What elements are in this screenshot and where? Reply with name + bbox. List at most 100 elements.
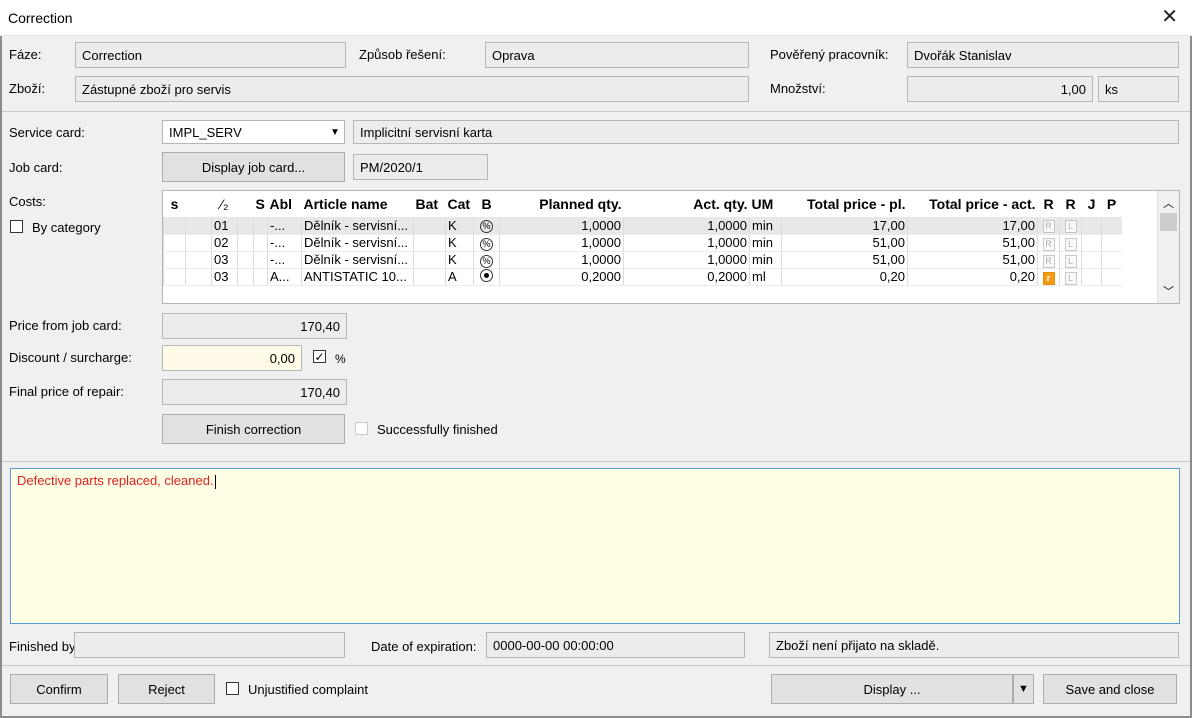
row-act-qty: 1,0000 [623,251,750,269]
radio-dot-icon [480,268,493,282]
col-b[interactable]: B [473,191,500,217]
r-flag-icon[interactable]: R [1042,220,1055,233]
table-row[interactable]: 02 -... Dělník - servisní... K % 1,0000 … [163,234,1122,252]
row-act-qty: 0,2000 [623,268,750,286]
col-bat[interactable]: Bat [413,191,446,217]
window-border-left [0,36,2,718]
col-abl[interactable]: Abl [267,191,302,217]
price-from-job-card-label: Price from job card: [9,318,122,333]
col-cat[interactable]: Cat [445,191,474,217]
row-article-name: Dělník - servisní... [301,217,414,235]
date-expiration-label: Date of expiration: [371,639,477,654]
grid-scrollbar[interactable]: ︿ ﹀ [1157,191,1179,303]
r-flag-icon[interactable]: r [1042,271,1055,284]
r-flag-icon[interactable]: R [1042,237,1055,250]
col-article-name[interactable]: Article name [301,191,414,217]
header-separator [2,111,1190,112]
confirm-button[interactable]: Confirm [10,674,108,704]
row-total-pl: 51,00 [781,234,908,252]
display-job-card-button[interactable]: Display job card... [162,152,345,182]
table-row[interactable]: 03 A... ANTISTATIC 10... A 0,2000 0,2000… [163,268,1122,286]
povereny-field[interactable]: Dvořák Stanislav [907,42,1179,68]
row-um: ml [749,268,782,286]
col-half[interactable]: ⁄₂ [211,191,238,217]
job-card-field[interactable]: PM/2020/1 [353,154,488,180]
finish-correction-button[interactable]: Finish correction [162,414,345,444]
note-text: Defective parts replaced, cleaned. [17,473,214,488]
row-total-pl: 17,00 [781,217,908,235]
percent-icon: % [480,254,493,267]
l-flag-icon[interactable]: L [1064,220,1077,233]
display-button[interactable]: Display ... [771,674,1013,704]
by-category-label: By category [32,220,101,235]
date-expiration-field[interactable]: 0000-00-00 00:00:00 [486,632,745,658]
service-card-select[interactable]: IMPL_SERV ▼ [162,120,345,144]
col-j[interactable]: J [1081,191,1102,217]
discount-label: Discount / surcharge: [9,350,132,365]
save-and-close-button[interactable]: Save and close [1043,674,1177,704]
footer-separator [2,665,1190,666]
row-article-name: ANTISTATIC 10... [301,268,414,286]
col-total-price-pl[interactable]: Total price - pl. [781,191,908,217]
row-abl: -... [267,234,302,252]
costs-grid[interactable]: s ⁄₂ S Abl Article name Bat Cat B Planne… [162,190,1180,304]
row-cat: K [445,251,474,269]
col-p[interactable]: P [1101,191,1122,217]
col-r1[interactable]: R [1037,191,1060,217]
reject-button[interactable]: Reject [118,674,215,704]
row-um: min [749,234,782,252]
row-cat: A [445,268,474,286]
col-planned-qty[interactable]: Planned qty. [499,191,624,217]
window-title: Correction [8,10,73,26]
costs-label: Costs: [9,194,46,209]
final-price-label: Final price of repair: [9,384,124,399]
chevron-up-icon[interactable]: ︿ [1163,195,1174,211]
discount-input[interactable]: 0,00 [162,345,302,371]
row-col2: 03 [211,268,238,286]
col-act-qty[interactable]: Act. qty. [623,191,750,217]
finished-by-field[interactable] [74,632,345,658]
mnozstvi-label: Množství: [770,81,826,96]
l-flag-icon[interactable]: L [1064,271,1077,284]
l-flag-icon[interactable]: L [1064,254,1077,267]
table-row[interactable]: 03 -... Dělník - servisní... K % 1,0000 … [163,251,1122,269]
pricing-separator [2,461,1190,462]
row-total-act: 51,00 [907,234,1038,252]
col-um[interactable]: UM [749,191,782,217]
mnozstvi-field[interactable]: 1,00 [907,76,1093,102]
chevron-down-icon[interactable]: ﹀ [1163,283,1174,299]
scrollbar-thumb[interactable] [1160,213,1177,231]
row-total-act: 0,20 [907,268,1038,286]
unjustified-complaint-label: Unjustified complaint [248,682,368,697]
faze-field[interactable]: Correction [75,42,346,68]
unjustified-complaint-checkbox[interactable] [226,682,239,695]
povereny-label: Pověřený pracovník: [770,47,889,62]
zbozi-field[interactable]: Zástupné zboží pro servis [75,76,749,102]
l-flag-icon[interactable]: L [1064,237,1077,250]
row-planned-qty: 1,0000 [499,234,624,252]
col-S[interactable]: S [253,191,268,217]
percent-checkbox[interactable]: ✓ [313,350,326,363]
zpusob-field[interactable]: Oprava [485,42,749,68]
note-textarea[interactable]: Defective parts replaced, cleaned. [10,468,1180,624]
col-total-price-act[interactable]: Total price - act. [907,191,1038,217]
service-card-label: Service card: [9,125,85,140]
successfully-finished-checkbox[interactable] [355,422,368,435]
mnozstvi-unit-field[interactable]: ks [1098,76,1179,102]
close-icon[interactable]: ✕ [1161,6,1178,28]
text-caret [214,474,216,489]
row-total-act: 17,00 [907,217,1038,235]
chevron-down-icon[interactable]: ▼ [326,121,344,143]
zpusob-label: Způsob řešení: [359,47,446,62]
percent-label: % [335,352,346,366]
r-flag-icon[interactable]: R [1042,254,1055,267]
row-abl: -... [267,251,302,269]
display-dropdown-icon[interactable]: ▼ [1013,674,1034,704]
table-row[interactable]: 01 -... Dělník - servisní... K % 1,0000 … [163,217,1122,235]
col-r2[interactable]: R [1059,191,1082,217]
by-category-checkbox[interactable] [10,220,23,233]
grid-header-row: s ⁄₂ S Abl Article name Bat Cat B Planne… [163,191,1122,217]
col-s[interactable]: s [163,191,186,217]
row-col2: 02 [211,234,238,252]
row-total-pl: 51,00 [781,251,908,269]
